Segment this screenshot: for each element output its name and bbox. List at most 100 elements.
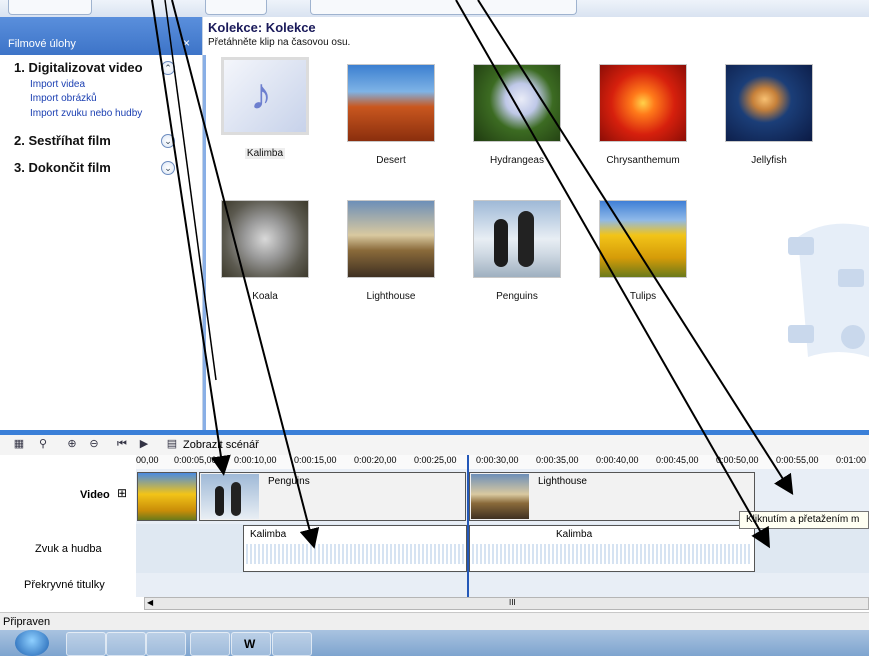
- internet-explorer-icon[interactable]: [66, 632, 106, 656]
- storyboard-icon[interactable]: ▤: [165, 437, 179, 451]
- close-icon[interactable]: ×: [183, 36, 190, 50]
- clip-jellyfish[interactable]: Jellyfish: [714, 64, 824, 166]
- clip-kalimba[interactable]: ♪ Kalimba: [210, 57, 320, 159]
- section-digitize[interactable]: 1. Digitalizovat video: [14, 60, 143, 75]
- clip-label: Tulips: [629, 291, 657, 302]
- drag-tooltip: Kliknutím a přetažením m: [739, 511, 869, 529]
- zoom-out-icon[interactable]: ⊖: [87, 437, 101, 451]
- track-label-area: [0, 469, 136, 524]
- clip-label: Penguins: [496, 291, 538, 302]
- desert-thumbnail: [347, 64, 435, 142]
- ruler-tick: 0:00:10,00: [234, 455, 277, 465]
- koala-thumbnail: [221, 200, 309, 278]
- divider: [203, 55, 206, 430]
- ruler-tick: 0:00:35,00: [536, 455, 579, 465]
- section-finish[interactable]: 3. Dokončit film: [14, 160, 111, 175]
- ruler-tick: 0:00:50,00: [716, 455, 759, 465]
- word-icon[interactable]: W: [231, 632, 271, 656]
- timeline-scrollbar[interactable]: ◀ III: [144, 597, 869, 610]
- clip-label: Jellyfish: [751, 155, 787, 166]
- clip-name: Kalimba: [250, 529, 287, 540]
- toolbar-space: [620, 0, 869, 14]
- ruler-tick: 0:00:45,00: [656, 455, 699, 465]
- explorer-icon[interactable]: [146, 632, 186, 656]
- waveform: [472, 544, 752, 564]
- penguins-thumbnail: [201, 474, 259, 519]
- movie-maker-icon[interactable]: [190, 632, 230, 656]
- ruler-tick: 0:00:20,00: [354, 455, 397, 465]
- penguins-timeline-clip[interactable]: Penguins: [199, 472, 466, 521]
- ruler-tick: 0:00:55,00: [776, 455, 819, 465]
- penguin-shape: [231, 482, 241, 516]
- penguins-thumbnail: [473, 200, 561, 278]
- tulips-thumbnail: [599, 200, 687, 278]
- paint-icon[interactable]: [272, 632, 312, 656]
- audio-track-label: Zvuk a hudba: [35, 543, 102, 555]
- clip-label: Desert: [376, 155, 406, 166]
- title-overlay-track[interactable]: Překryvné titulky: [0, 573, 869, 597]
- clip-desert[interactable]: Desert: [336, 64, 446, 166]
- audio-levels-icon[interactable]: ⚲: [36, 437, 50, 451]
- kalimba-audio-clip[interactable]: Kalimba: [469, 525, 755, 572]
- import-video-link[interactable]: Import videa: [30, 79, 85, 90]
- clip-lighthouse[interactable]: Lighthouse: [336, 200, 446, 302]
- lighthouse-thumbnail: [347, 200, 435, 278]
- expand-icon[interactable]: ⌄: [161, 134, 175, 148]
- import-pictures-link[interactable]: Import obrázků: [30, 93, 97, 104]
- scroll-left-icon[interactable]: ◀: [147, 598, 153, 607]
- expand-icon[interactable]: ⌄: [161, 161, 175, 175]
- hydrangeas-thumbnail: [473, 64, 561, 142]
- ruler-tick: 0:00:25,00: [414, 455, 457, 465]
- time-ruler[interactable]: 00,00 0:00:05,00 0:00:10,00 0:00:15,00 0…: [136, 455, 869, 470]
- clip-name: Kalimba: [556, 529, 593, 540]
- task-pane: Filmové úlohy × 1. Digitalizovat video ⌃…: [0, 17, 203, 430]
- ruler-tick: 0:00:15,00: [294, 455, 337, 465]
- lighthouse-thumbnail: [471, 474, 529, 519]
- clip-koala[interactable]: Koala: [210, 200, 320, 302]
- collection-title: Kolekce: Kolekce: [208, 20, 316, 35]
- ruler-tick: 0:00:30,00: [476, 455, 519, 465]
- status-bar: Připraven: [0, 612, 869, 631]
- show-storyboard-button[interactable]: Zobrazit scénář: [183, 439, 259, 451]
- collection-pane: Kolekce: Kolekce Přetáhněte klip na časo…: [203, 17, 869, 430]
- penguin-shape: [215, 486, 224, 516]
- tooltip-text: Kliknutím a přetažením m: [746, 514, 860, 525]
- playhead[interactable]: [467, 455, 469, 597]
- kalimba-audio-clip[interactable]: Kalimba: [243, 525, 467, 572]
- section-edit[interactable]: 2. Sestříhat film: [14, 133, 111, 148]
- timeline-toolbar: ▦ ⚲ ⊕ ⊖ ⏮ ▶ ▤ Zobrazit scénář: [0, 435, 869, 455]
- clip-label: Koala: [252, 291, 278, 302]
- clip-name: Lighthouse: [538, 476, 587, 487]
- zoom-in-icon[interactable]: ⊕: [65, 437, 79, 451]
- play-icon[interactable]: ▶: [137, 437, 151, 451]
- video-track-label: Video: [80, 489, 110, 501]
- audio-track[interactable]: Zvuk a hudba Kalimba Kalimba: [0, 524, 869, 573]
- clip-label: Chrysanthemum: [606, 155, 680, 166]
- rewind-icon[interactable]: ⏮: [115, 437, 129, 451]
- import-audio-link[interactable]: Import zvuku nebo hudby: [30, 108, 142, 119]
- collection-dropdown[interactable]: [310, 0, 577, 15]
- word-letter: W: [244, 637, 256, 651]
- status-text: Připraven: [3, 616, 51, 628]
- tulips-timeline-clip[interactable]: [137, 472, 197, 521]
- narrate-icon[interactable]: ▦: [12, 437, 26, 451]
- clip-hydrangeas[interactable]: Hydrangeas: [462, 64, 572, 166]
- ruler-tick: 0:00:40,00: [596, 455, 639, 465]
- task-pane-title: Filmové úlohy: [8, 38, 76, 50]
- clip-tulips[interactable]: Tulips: [588, 200, 698, 302]
- clip-label: Lighthouse: [366, 291, 416, 302]
- toolbar-segment[interactable]: [205, 0, 267, 15]
- clip-chrysanthemum[interactable]: Chrysanthemum: [588, 64, 698, 166]
- media-player-icon[interactable]: [106, 632, 146, 656]
- windows-taskbar: W: [0, 630, 869, 656]
- start-button[interactable]: [15, 630, 49, 656]
- penguin-shape: [518, 211, 534, 267]
- expand-icon[interactable]: ⊞: [117, 486, 127, 500]
- scroll-grip[interactable]: III: [509, 598, 516, 607]
- collapse-icon[interactable]: ⌃: [161, 61, 175, 75]
- toolbar-strip: [0, 0, 869, 18]
- jellyfish-thumbnail: [725, 64, 813, 142]
- clip-penguins[interactable]: Penguins: [462, 200, 572, 302]
- lighthouse-timeline-clip[interactable]: Lighthouse: [469, 472, 755, 521]
- film-watermark: [788, 223, 869, 357]
